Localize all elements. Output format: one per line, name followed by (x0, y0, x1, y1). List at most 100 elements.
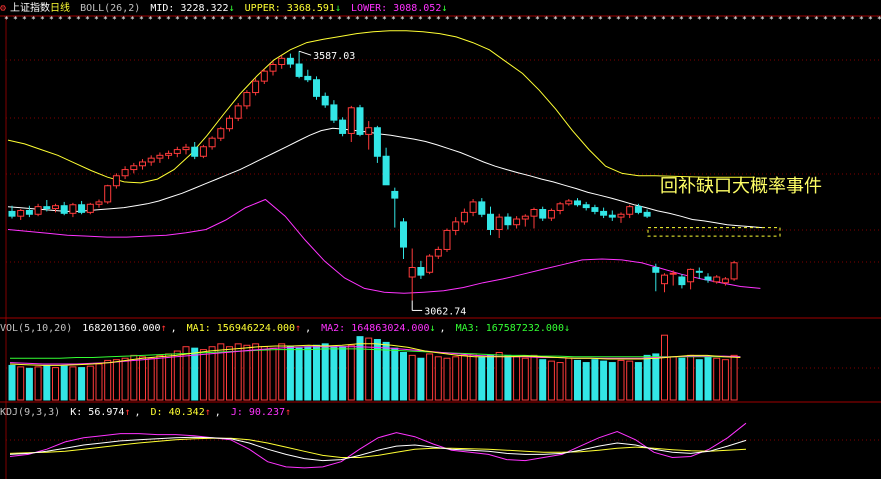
star-marker: * (139, 15, 144, 24)
star-marker: * (121, 15, 126, 24)
star-marker: * (355, 15, 360, 24)
star-marker: * (31, 15, 36, 24)
candle-body (487, 213, 494, 230)
volume-bar (43, 364, 51, 401)
candle-body (521, 215, 529, 220)
volume-bar (226, 346, 233, 401)
star-marker: * (292, 15, 297, 24)
star-marker: * (328, 15, 333, 24)
volume-bar (547, 360, 555, 401)
star-marker: * (391, 15, 396, 24)
volume-bar (504, 354, 512, 401)
candle-body (69, 204, 77, 214)
star-marker: * (22, 15, 27, 24)
star-marker: * (103, 15, 108, 24)
volume-bar (643, 354, 651, 401)
volume-bar (634, 362, 642, 401)
candle-body (513, 218, 521, 226)
candle-body (339, 119, 347, 134)
star-marker: * (832, 15, 837, 24)
candle-body (217, 128, 225, 139)
candle-body (669, 272, 677, 275)
star-marker: * (508, 15, 513, 24)
down-arrow-icon: ↓ (441, 3, 448, 14)
volume-bar (495, 351, 503, 401)
star-marker: * (301, 15, 306, 24)
low-price-label: 3062.74 (424, 306, 466, 317)
volume-bar (373, 339, 381, 401)
volume-bar (382, 341, 390, 401)
kdj-d: D: 40.342 (150, 407, 205, 418)
volume-bar (34, 366, 42, 401)
volume-bar (600, 360, 608, 401)
candle-body (121, 169, 129, 177)
volume-bar (460, 354, 468, 401)
candle-body (695, 270, 703, 273)
candle-body (373, 127, 381, 157)
candle-body (408, 267, 416, 278)
star-marker: * (742, 15, 747, 24)
up-arrow-icon: ↑ (124, 407, 131, 418)
volume-bar (556, 362, 564, 401)
star-marker: * (346, 15, 351, 24)
down-arrow-icon: ↓ (563, 323, 570, 334)
star-marker: * (562, 15, 567, 24)
volume-bar (191, 347, 199, 401)
star-marker: * (184, 15, 189, 24)
vol-label: VOL(5,10,20) (0, 323, 73, 334)
boll-upper-line (7, 30, 755, 184)
candle-body (8, 210, 16, 217)
candle-body (495, 216, 503, 230)
star-marker: * (481, 15, 486, 24)
star-marker: * (787, 15, 792, 24)
period-label[interactable]: 日线 (50, 3, 70, 14)
star-marker: * (751, 15, 756, 24)
candle-body (721, 278, 729, 284)
candle-body (600, 210, 608, 216)
star-marker: * (625, 15, 630, 24)
candle-body (295, 63, 303, 77)
volume-bar (591, 359, 599, 401)
star-marker: * (94, 15, 99, 24)
star-marker: * (427, 15, 432, 24)
kdj-k-line (9, 436, 747, 462)
volume-bar (286, 345, 294, 401)
candle-body (147, 157, 155, 163)
volume-bar (626, 360, 634, 401)
candle-body (156, 154, 164, 159)
kdj-j: J: 90.237 (230, 407, 285, 418)
volume-bar (530, 354, 538, 401)
star-marker: * (238, 15, 243, 24)
candle-body (139, 161, 146, 167)
star-marker: * (733, 15, 738, 24)
candle-body (304, 75, 312, 81)
candle-body (226, 117, 233, 130)
star-marker: * (76, 15, 81, 24)
star-marker: * (706, 15, 711, 24)
candle-body (434, 248, 442, 257)
star-marker: * (769, 15, 774, 24)
star-marker: * (112, 15, 117, 24)
index-icon: ⚙ (0, 3, 7, 14)
volume-bar (652, 353, 660, 401)
star-marker: * (445, 15, 450, 24)
candle-body (469, 201, 477, 213)
volume-bar (25, 367, 33, 401)
candle-body (704, 276, 712, 281)
up-arrow-icon: ↑ (160, 323, 167, 334)
volume-bar (52, 367, 59, 401)
star-marker: * (4, 15, 9, 24)
down-arrow-icon: ↓ (228, 3, 235, 14)
volume-bar (269, 347, 277, 401)
star-marker: * (67, 15, 72, 24)
star-marker: * (517, 15, 522, 24)
volume-bar (208, 346, 216, 401)
candle-body (60, 205, 68, 214)
candle-body (234, 105, 242, 119)
star-marker: * (319, 15, 324, 24)
volume-bar (617, 359, 625, 401)
volume-bar (304, 346, 312, 401)
star-marker: * (454, 15, 459, 24)
star-marker: * (661, 15, 666, 24)
high-price-label: 3587.03 (313, 51, 355, 62)
